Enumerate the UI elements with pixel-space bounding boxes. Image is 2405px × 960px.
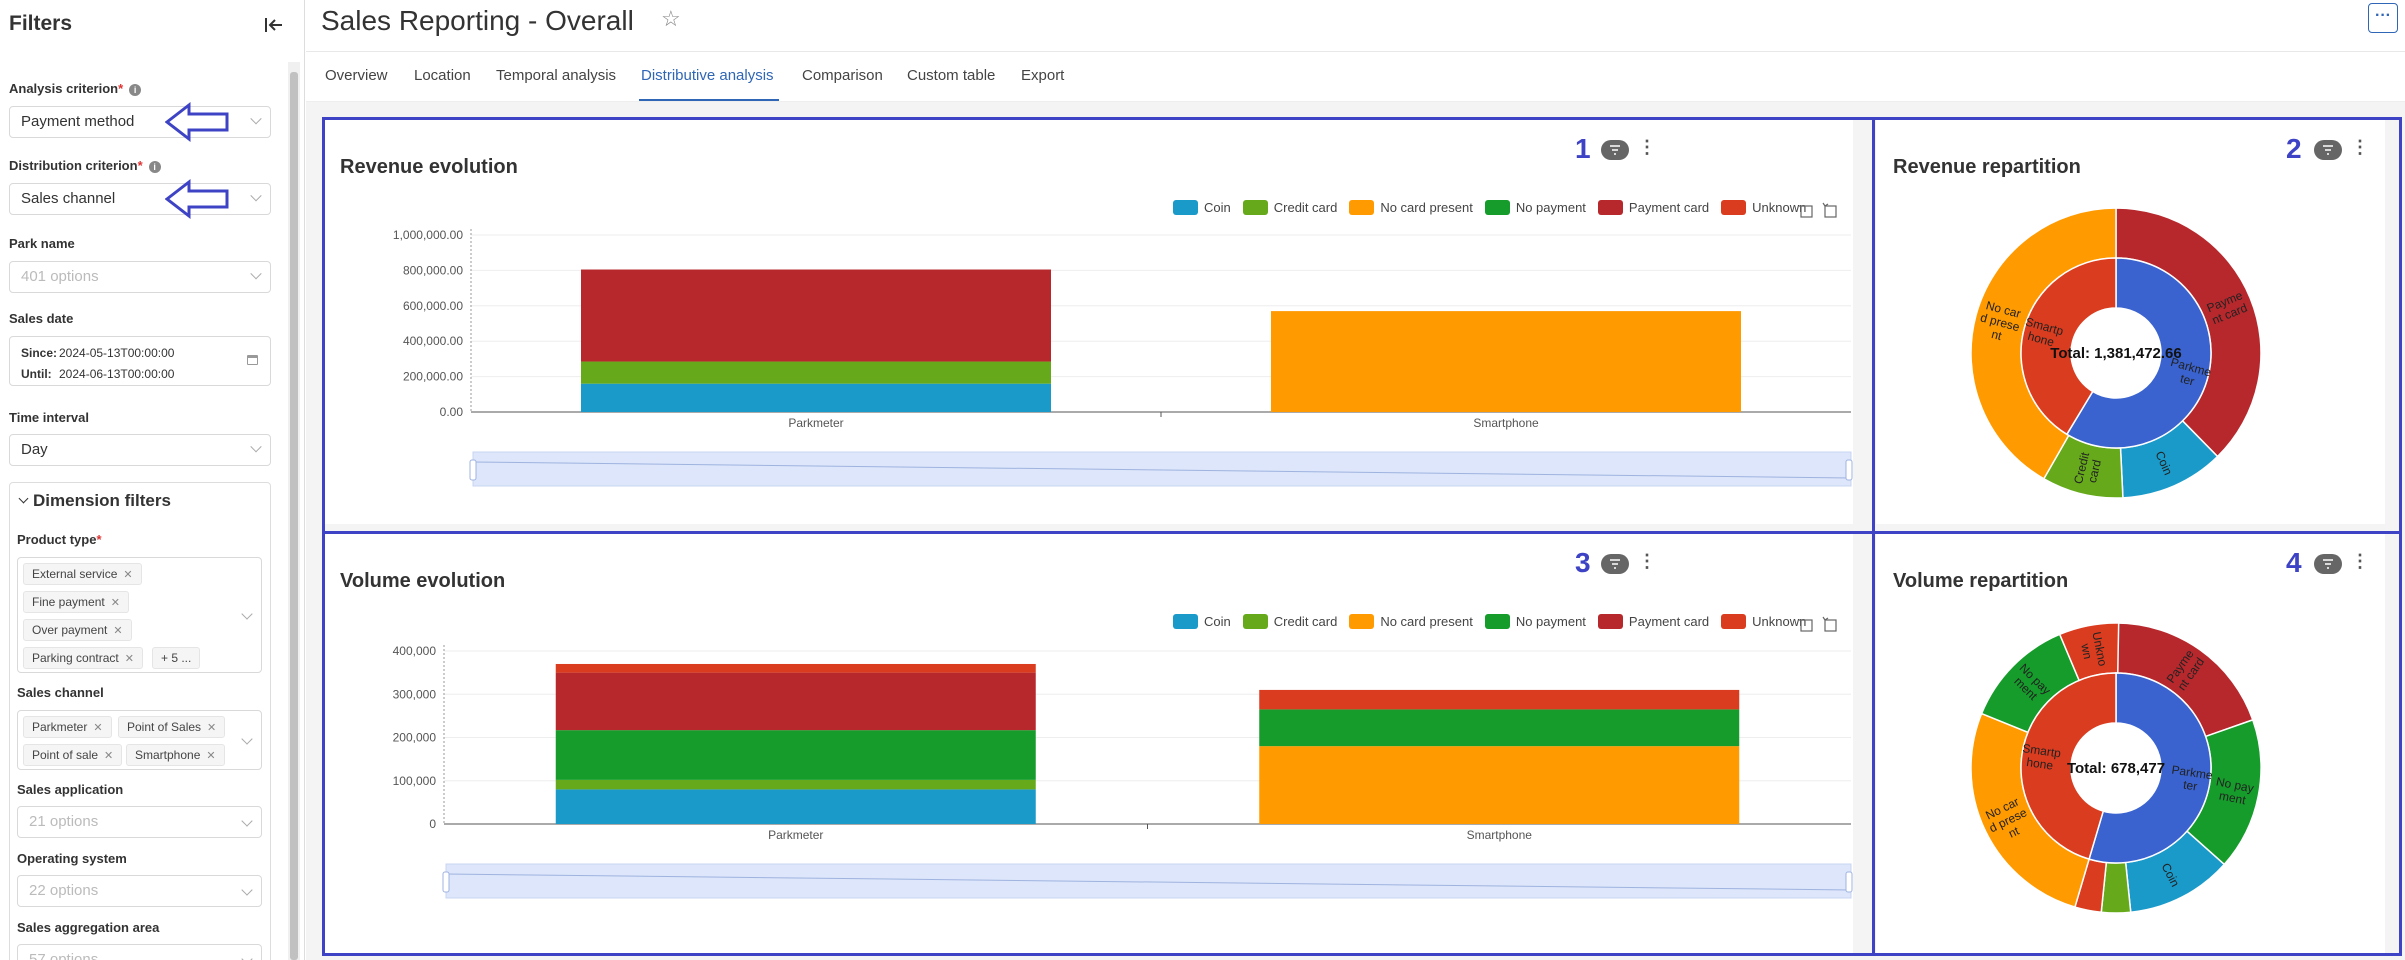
annotation-frame-3 [322,531,1875,956]
chevron-down-icon [250,441,262,453]
tab-temporal-analysis[interactable]: Temporal analysis [496,67,616,84]
tab-distributive-analysis[interactable]: Distributive analysis [641,67,774,84]
annotation-arrow-icon [165,101,229,143]
tag-external-service[interactable]: External service ✕ [23,563,142,585]
distribution-criterion-label: Distribution criterion* i [9,158,161,173]
info-icon: i [129,83,142,96]
tag-parking-contract[interactable]: Parking contract ✕ [23,647,143,669]
more-tags-badge[interactable]: + 5 ... [152,647,201,669]
sales-application-label: Sales application [17,782,124,797]
sales-channel-label: Sales channel [17,685,104,700]
header-divider [306,51,2405,52]
remove-tag-icon[interactable]: ✕ [123,569,132,581]
annotation-frame-1 [322,117,1875,534]
sales-application-select[interactable]: 21 options [17,806,262,838]
calendar-icon[interactable] [247,355,258,365]
sales-aggregation-area-label: Sales aggregation area [17,920,160,935]
sales-date-range[interactable]: Since: 2024-05-13T00:00:00 Until: 2024-06-… [9,336,271,386]
remove-tag-icon[interactable]: ✕ [207,722,216,734]
filters-sidebar: Filters Analysis criterion* i Payment met… [0,0,305,960]
chevron-down-icon [241,953,253,960]
sales-date-label: Sales date [9,311,74,326]
remove-tag-icon[interactable]: ✕ [206,750,215,762]
annotation-frame-2 [1872,117,2402,534]
annotation-arrow-icon [165,178,229,220]
tab-overview[interactable]: Overview [325,67,388,84]
tab-location[interactable]: Location [414,67,471,84]
active-tab-indicator [639,99,779,101]
tag-point-of-sales[interactable]: Point of Sales ✕ [118,716,226,738]
park-name-select[interactable]: 401 options [9,261,271,293]
chevron-down-icon [241,884,253,896]
sales-aggregation-area-select[interactable]: 57 options [17,944,262,960]
tag-parkmeter[interactable]: Parkmeter ✕ [23,716,112,738]
collapse-sidebar-icon[interactable] [262,13,286,37]
tag-smartphone[interactable]: Smartphone ✕ [126,744,225,766]
remove-tag-icon[interactable]: ✕ [113,625,122,637]
page-title: Sales Reporting - Overall [321,5,634,36]
chevron-down-icon [241,733,253,745]
analysis-criterion-label: Analysis criterion* i [9,81,142,96]
chevron-down-icon [250,190,262,202]
more-options-button[interactable]: ··· [2368,3,2398,33]
chevron-down-icon [241,608,253,620]
chevron-down-icon [250,113,262,125]
filters-title: Filters [9,12,73,35]
analysis-criterion-select[interactable]: Payment method [9,106,271,138]
dimension-filters-section: Dimension filters Product type* External… [9,482,271,960]
park-name-label: Park name [9,236,75,251]
tab-custom-table[interactable]: Custom table [907,67,995,84]
sidebar-scrollbar-thumb[interactable] [290,72,298,960]
tag-fine-payment[interactable]: Fine payment ✕ [23,591,129,613]
operating-system-label: Operating system [17,851,127,866]
operating-system-select[interactable]: 22 options [17,875,262,907]
dimension-filters-toggle[interactable]: Dimension filters [18,491,171,511]
favorite-star-icon[interactable]: ☆ [661,6,681,32]
chevron-down-icon [250,268,262,280]
dashboard-content: Revenue evolution 1 ⋮ Coin Credit card No … [306,102,2405,960]
distribution-criterion-select[interactable]: Sales channel [9,183,271,215]
product-type-label: Product type* [17,532,102,547]
time-interval-select[interactable]: Day [9,434,271,466]
remove-tag-icon[interactable]: ✕ [111,597,120,609]
tab-export[interactable]: Export [1021,67,1064,84]
info-icon: i [148,160,161,173]
product-type-select[interactable]: External service ✕ Fine payment ✕ Over pay… [17,557,262,673]
remove-tag-icon[interactable]: ✕ [104,750,113,762]
chevron-down-icon [18,493,29,504]
remove-tag-icon[interactable]: ✕ [125,653,134,665]
time-interval-label: Time interval [9,410,89,425]
annotation-frame-4 [1872,531,2402,956]
main-area: Sales Reporting - Overall ☆ ··· Overview… [306,0,2405,960]
tag-over-payment[interactable]: Over payment ✕ [23,619,132,641]
chevron-down-icon [241,815,253,827]
remove-tag-icon[interactable]: ✕ [93,722,102,734]
tag-point-of-sale[interactable]: Point of sale ✕ [23,744,123,766]
tab-comparison[interactable]: Comparison [802,67,883,84]
sales-channel-select[interactable]: Parkmeter ✕ Point of Sales ✕ Point of sale… [17,710,262,770]
